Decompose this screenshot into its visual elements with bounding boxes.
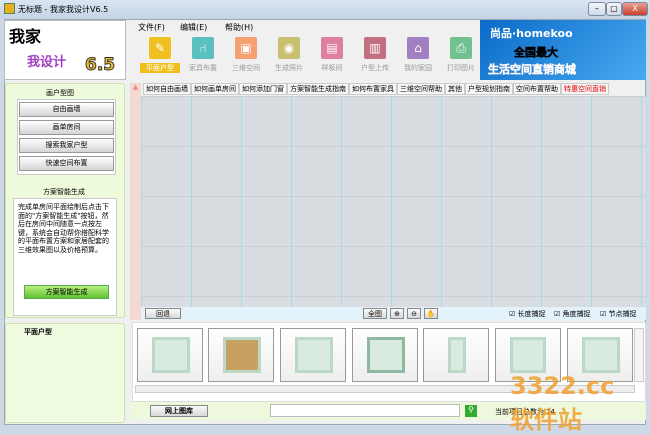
thumb-window[interactable]	[280, 328, 346, 382]
help-tab-7[interactable]: 户型规划指南	[465, 83, 513, 95]
tree-item-floorplan[interactable]: 平面户型	[24, 327, 52, 337]
camera-icon: ◉	[278, 37, 300, 59]
toolbar-label: 打印图片	[447, 64, 475, 72]
node-snap-label: 节点捕捉	[608, 310, 637, 318]
library-bar: 网上图库 ⚲ 当前项目总数为 14 3322.cc 软件站	[130, 372, 646, 434]
logo-text: 我家	[9, 27, 42, 46]
toolbar-label: 户型上传	[361, 64, 389, 72]
menu-edit[interactable]: 编辑(E)	[180, 22, 207, 33]
toolbar-label: 我的家园	[404, 64, 432, 72]
library-search-input[interactable]	[270, 404, 460, 417]
toolbar-button-6[interactable]: ⌂ 我的家园	[398, 37, 438, 73]
angle-snap-label: 角度捕捉	[562, 310, 591, 318]
disk-icon: ▥	[364, 37, 386, 59]
length-snap-label: 长度捕捉	[517, 310, 546, 318]
minimize-button[interactable]: –	[588, 2, 606, 16]
menu-file[interactable]: 文件(F)	[138, 22, 165, 33]
help-tab-5[interactable]: 三维空间帮助	[397, 83, 445, 95]
help-tab-8[interactable]: 空间布置帮助	[513, 83, 561, 95]
toolbar-label: 三维空间	[232, 64, 260, 72]
help-tab-0[interactable]: 如何自由画墙	[143, 83, 191, 95]
sofa-icon: ▤	[321, 37, 343, 59]
toolbar-label: 样板间	[321, 64, 343, 72]
homekoo-banner[interactable]: 尚品·homekoo 全国最大 生活空间直销商城	[480, 20, 646, 80]
banner-line2: 全国最大	[514, 46, 559, 60]
layer-tree: 平面户型	[5, 323, 125, 423]
quick-layout-button[interactable]: 快速空间布置	[19, 156, 114, 171]
undo-button[interactable]: 回退	[145, 308, 181, 319]
toolbar-button-0[interactable]: ✎ 平面户型	[140, 37, 180, 73]
angle-snap-checkbox[interactable]: ☑ 角度捕捉	[554, 309, 591, 319]
fit-view-button[interactable]: 全图	[363, 308, 387, 319]
canvas-vertical-scrollbar[interactable]: ▲	[130, 83, 141, 320]
help-tab-4[interactable]: 如何布置家具	[349, 83, 397, 95]
cube-icon: ▣	[235, 37, 257, 59]
toolbar-button-4[interactable]: ▤ 样板间	[312, 37, 352, 73]
thumb-free-wall[interactable]	[137, 328, 203, 382]
thumb-bay-window[interactable]	[352, 328, 418, 382]
toolbar-button-2[interactable]: ▣ 三维空间	[226, 37, 266, 73]
single-room-button[interactable]: 画单房间	[19, 120, 114, 135]
pencil-icon: ✎	[149, 37, 171, 59]
chair-icon: ⑁	[192, 37, 214, 59]
title-bar: 无标题 - 我家我设计V6.5 – ▢ X	[0, 0, 650, 19]
window-title: 无标题 - 我家我设计V6.5	[18, 5, 109, 14]
node-snap-checkbox[interactable]: ☑ 节点捕捉	[600, 309, 637, 319]
help-tabs: 如何自由画墙 如何画单房间 如何添加门窗 方案智能生成指南 如何布置家具 三维空间帮助 其他…	[143, 83, 646, 95]
toolbar-button-7[interactable]: ⎙ 打印图片	[441, 37, 481, 73]
toolbar-label: 生成照片	[275, 64, 303, 72]
zoom-in-icon[interactable]: ⊕	[390, 308, 404, 319]
toolbar-label: 平面户型	[140, 63, 180, 73]
help-tab-3[interactable]: 方案智能生成指南	[287, 83, 349, 95]
help-tab-9[interactable]: 特惠空间直销	[561, 83, 609, 95]
description-text: 完成单房间平面绘制后点击下面的"方案智能生成"按钮，然后在房间中间随意一点按左键…	[18, 203, 109, 254]
thumb-single-room[interactable]	[208, 328, 274, 382]
toolbar-label: 家具布置	[189, 64, 217, 72]
maximize-button[interactable]: ▢	[606, 2, 622, 16]
menu-help[interactable]: 帮助(H)	[225, 22, 253, 33]
help-tab-1[interactable]: 如何画单房间	[191, 83, 239, 95]
search-icon[interactable]: ⚲	[465, 405, 477, 417]
banner-brand: 尚品·homekoo	[490, 27, 573, 40]
toolbar-button-5[interactable]: ▥ 户型上传	[355, 37, 395, 73]
search-floorplan-button[interactable]: 搜索我家户型	[19, 138, 114, 153]
zoom-out-icon[interactable]: ⊖	[407, 308, 421, 319]
help-tab-6[interactable]: 其他	[445, 83, 465, 95]
app-icon	[4, 3, 15, 14]
toolbar-button-3[interactable]: ◉ 生成照片	[269, 37, 309, 73]
close-button[interactable]: X	[622, 2, 648, 16]
online-library-button[interactable]: 网上图库	[150, 405, 208, 417]
help-tab-2[interactable]: 如何添加门窗	[239, 83, 287, 95]
smart-generate-button[interactable]: 方案智能生成	[24, 285, 109, 299]
toolbar-button-1[interactable]: ⑁ 家具布置	[183, 37, 223, 73]
drawing-canvas[interactable]	[141, 96, 646, 307]
watermark: 3322.cc 软件站	[510, 372, 615, 434]
house-icon: ⌂	[407, 37, 429, 59]
printer-icon: ⎙	[450, 37, 472, 59]
thumb-single-door[interactable]	[423, 328, 489, 382]
free-wall-button[interactable]: 自由画墙	[19, 102, 114, 117]
app-logo: 我家 我设计 6.5	[4, 20, 126, 80]
section-draw-floorplan: 画户型图	[46, 89, 74, 97]
logo-version: 6.5	[84, 55, 116, 76]
length-snap-checkbox[interactable]: ☑ 长度捕捉	[509, 309, 546, 319]
logo-subtext: 我设计	[27, 55, 67, 70]
pan-hand-icon[interactable]: ✋	[424, 308, 438, 319]
section-smart-generate: 方案智能生成	[43, 188, 85, 196]
scroll-up-icon[interactable]: ▲	[130, 83, 141, 91]
banner-line3: 生活空间直销商城	[488, 63, 576, 76]
